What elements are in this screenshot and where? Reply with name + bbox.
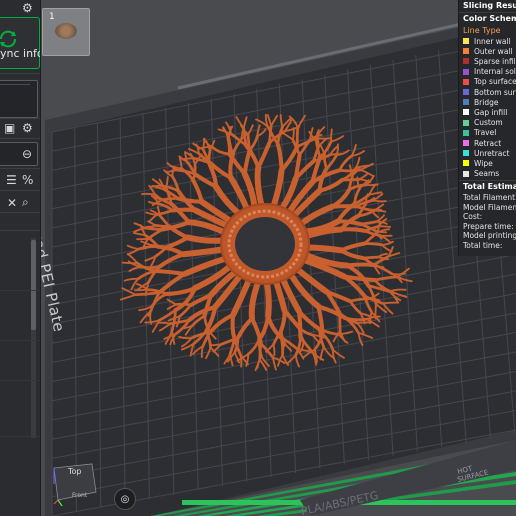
settings-icon[interactable]: ⚙: [22, 2, 33, 14]
legend-item[interactable]: Outer wall: [463, 46, 513, 56]
legend-swatch: [463, 38, 469, 44]
legend-item-label: Gap infill: [474, 107, 508, 117]
legend-item-label: Wipe: [474, 158, 493, 168]
legend-item[interactable]: Gap infill: [463, 107, 507, 117]
legend-item-label: Bridge: [474, 97, 499, 107]
legend-item-label: Sparse infill: [474, 56, 516, 66]
sync-info-button[interactable]: [0, 17, 40, 69]
view-cube-top-label: Top: [68, 467, 82, 476]
legend-item[interactable]: Inner wall: [463, 36, 511, 46]
filament-box[interactable]: [0, 80, 38, 118]
estimation-row: Prepare time:: [463, 221, 514, 231]
close-icon[interactable]: ✕: [7, 197, 17, 209]
legend-item[interactable]: Custom: [463, 118, 503, 128]
legend-swatch: [463, 109, 469, 116]
legend-item[interactable]: Bridge: [463, 97, 498, 107]
legend-swatch: [463, 150, 469, 157]
legend-swatch: [463, 89, 469, 95]
legend-swatch: [463, 160, 469, 167]
legend-item[interactable]: Retract: [463, 138, 501, 148]
legend-swatch: [463, 170, 469, 177]
view-cube-front-label: Front: [72, 492, 88, 499]
legend-swatch: [463, 119, 469, 126]
legend-item-label: Retract: [474, 138, 502, 148]
legend-item-label: Seams: [474, 169, 500, 179]
camera-icon[interactable]: ◎: [114, 488, 136, 510]
legend-swatch: [463, 78, 469, 85]
legend-item[interactable]: Wipe: [463, 158, 493, 168]
process-settings-icon[interactable]: ⚙: [22, 122, 33, 134]
percent-icon[interactable]: %: [22, 174, 33, 186]
legend-item-label: Travel: [474, 128, 497, 138]
slicing-result-title: Slicing Result: [463, 1, 516, 10]
legend-item-label: Custom: [474, 118, 503, 128]
list-icon[interactable]: ☰: [6, 174, 17, 186]
color-scheme-label[interactable]: Color Scheme: [463, 14, 516, 23]
legend-item[interactable]: Top surface: [463, 77, 516, 87]
plate-thumbnail[interactable]: 1: [42, 8, 90, 56]
legend-swatch: [463, 99, 469, 106]
legend-item[interactable]: Internal solid in: [463, 67, 516, 77]
slicing-result-panel: Slicing Result Color Scheme ⌄ Line Type …: [458, 0, 516, 256]
left-sidebar: ⚙ ync info ▣ ⚙ ⊖ ☰ % ✕ ⌕: [0, 0, 41, 516]
estimation-row: Total Filament:: [463, 193, 516, 202]
minus-circle-icon[interactable]: ⊖: [22, 148, 32, 160]
sidebar-scroll-thumb[interactable]: [31, 240, 36, 330]
estimation-row: Total time:: [463, 240, 503, 250]
legend-item-label: Internal solid in: [474, 67, 516, 77]
estimation-row: Cost:: [463, 212, 483, 221]
legend-item-label: Outer wall: [474, 46, 513, 56]
legend-swatch: [463, 140, 469, 146]
thumbnail-model: [55, 23, 77, 39]
plate-number: 1: [49, 12, 55, 22]
sync-info-label: ync info: [0, 47, 41, 60]
model-center-hole: [235, 217, 295, 271]
search-icon[interactable]: ⌕: [22, 196, 29, 208]
line-type-label[interactable]: Line Type: [463, 26, 501, 35]
edit-icon[interactable]: ▣: [4, 122, 15, 134]
estimation-row: Model printing ti: [463, 231, 516, 240]
legend-item-label: Unretract: [474, 148, 510, 158]
legend-item-label: Bottom surfac: [474, 87, 516, 97]
legend-item[interactable]: Unretract: [463, 148, 509, 158]
legend-swatch: [463, 48, 469, 55]
total-estimation-title: Total Estimation: [463, 182, 516, 191]
estimation-row: Model Filament:: [463, 202, 516, 212]
legend-swatch: [463, 129, 469, 136]
chevron-down-icon[interactable]: ⌄: [512, 14, 516, 22]
legend-item[interactable]: Travel: [463, 128, 496, 138]
legend-item[interactable]: Seams: [463, 169, 499, 179]
legend-swatch: [463, 58, 469, 65]
legend-item-label: Inner wall: [474, 36, 511, 46]
process-input[interactable]: [0, 142, 38, 166]
legend-item-label: Top surface: [474, 77, 516, 87]
legend-item[interactable]: Sparse infill: [463, 56, 516, 66]
legend-item[interactable]: Bottom surfac: [463, 87, 516, 97]
viewport-3d[interactable]: PLA/ABS/PETG HOT SURFACE: [40, 0, 516, 516]
legend-swatch: [463, 68, 469, 75]
